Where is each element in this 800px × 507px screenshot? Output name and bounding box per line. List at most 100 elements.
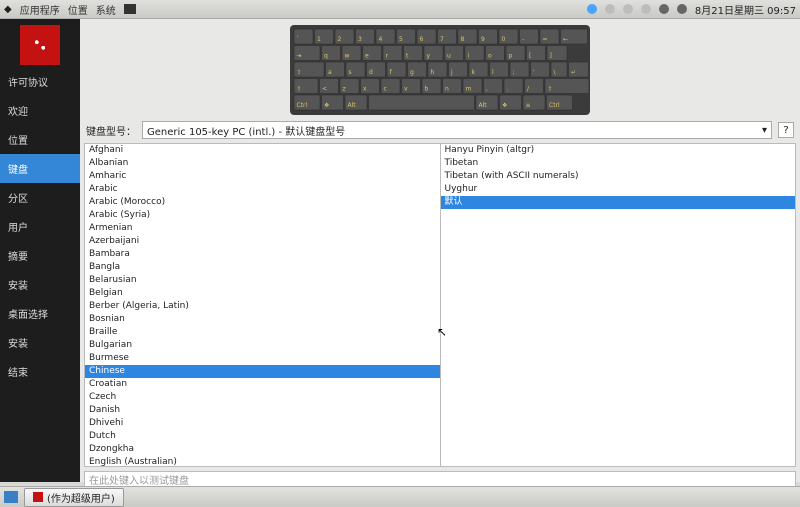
svg-text:5: 5 [399,36,403,43]
layout-item[interactable]: Dutch [85,430,440,443]
svg-text:o: o [488,53,492,60]
svg-text:≡: ≡ [526,102,531,109]
sidebar-item-users[interactable]: 用户 [0,212,80,241]
clock[interactable]: 8月21日星期三 09:57 [695,2,796,17]
layout-item[interactable]: Armenian [85,222,440,235]
panel-shortcut-icon[interactable] [124,4,136,14]
svg-text:y: y [427,53,431,60]
variant-list[interactable]: Hanyu Pinyin (altgr)TibetanTibetan (with… [440,144,796,466]
sidebar-item-desktop[interactable]: 桌面选择 [0,299,80,328]
svg-text:Ctrl: Ctrl [297,102,308,109]
svg-text:h: h [431,69,435,76]
installer-window-icon [33,492,43,502]
svg-text:7: 7 [440,36,444,43]
svg-text:3: 3 [358,36,362,43]
menu-apps[interactable]: 应用程序 [20,2,60,17]
keyboard-model-value: Generic 105-key PC (intl.) - 默认键盘型号 [147,123,345,138]
keyboard-model-label: 键盘型号： [86,123,136,138]
layout-item[interactable]: Amharic [85,170,440,183]
svg-text:⇧: ⇧ [297,86,302,93]
keyboard-icon: `1234567890-=←⇥qwertyuiop[]⇪asdfghjkl;'\… [290,25,590,115]
variant-item[interactable]: Tibetan (with ASCII numerals) [441,170,796,183]
tray-generic-icon[interactable] [623,4,633,14]
sidebar-item-keyboard[interactable]: 键盘 [0,154,80,183]
layout-item[interactable]: Berber (Algeria, Latin) [85,300,440,313]
sidebar-item-partition[interactable]: 分区 [0,183,80,212]
sidebar-item-license[interactable]: 许可协议 [0,67,80,96]
svg-text:Alt: Alt [479,102,488,109]
svg-text:⇧: ⇧ [548,86,553,93]
tray-network-icon[interactable] [659,4,669,14]
bottom-taskbar: (作为超级用户) [0,486,800,507]
sidebar-item-welcome[interactable]: 欢迎 [0,96,80,125]
tray-generic-icon[interactable] [641,4,651,14]
svg-text:g: g [410,69,414,76]
layout-item[interactable]: Azerbaijani [85,235,440,248]
layout-item[interactable]: Arabic (Syria) [85,209,440,222]
svg-text:n: n [445,86,449,93]
svg-text:w: w [345,53,350,60]
keyboard-test-input[interactable]: 在此处键入以测试键盘 [84,471,796,487]
svg-text:`: ` [297,36,300,43]
svg-text:Alt: Alt [348,102,357,109]
keyboard-model-help-button[interactable]: ? [778,122,794,138]
keyboard-test-placeholder: 在此处键入以测试键盘 [89,472,189,487]
layout-item[interactable]: Burmese [85,352,440,365]
layout-item[interactable]: Danish [85,404,440,417]
svg-text:6: 6 [420,36,424,43]
svg-text:⇥: ⇥ [297,53,302,60]
layout-item[interactable]: Braille [85,326,440,339]
show-desktop-icon[interactable] [4,491,18,503]
layout-list[interactable]: AfghaniAlbanianAmharicArabicArabic (Moro… [85,144,440,466]
variant-item[interactable]: Tibetan [441,157,796,170]
svg-text:u: u [447,53,451,60]
layout-item[interactable]: Belarusian [85,274,440,287]
sidebar-item-summary[interactable]: 摘要 [0,241,80,270]
variant-item[interactable]: Uyghur [441,183,796,196]
sidebar-item-finish[interactable]: 结束 [0,357,80,386]
layout-item[interactable]: Dhivehi [85,417,440,430]
svg-text:0: 0 [502,36,506,43]
main-area: 许可协议欢迎位置键盘分区用户摘要安装桌面选择安装结束 `1234567890-=… [0,19,800,482]
help-icon: ? [783,125,788,136]
layout-item[interactable]: Bulgarian [85,339,440,352]
layout-item[interactable]: Croatian [85,378,440,391]
svg-text:1: 1 [317,36,321,43]
sidebar-item-install2[interactable]: 安装 [0,328,80,357]
variant-item[interactable]: 默认 [441,196,796,209]
menu-places[interactable]: 位置 [68,2,88,17]
layout-item[interactable]: Czech [85,391,440,404]
svg-text:-: - [522,36,524,43]
layout-item[interactable]: Arabic (Morocco) [85,196,440,209]
layout-item[interactable]: Bambara [85,248,440,261]
layout-lists: AfghaniAlbanianAmharicArabicArabic (Moro… [84,143,796,467]
keyboard-model-select[interactable]: Generic 105-key PC (intl.) - 默认键盘型号 ▾ [142,121,772,139]
tray-bluetooth-icon[interactable] [587,4,597,14]
svg-text:Ctrl: Ctrl [549,102,560,109]
layout-item[interactable]: Albanian [85,157,440,170]
layout-item[interactable]: English (Australian) [85,456,440,466]
svg-text:b: b [425,86,429,93]
svg-text:,: , [486,86,488,93]
tray-generic-icon[interactable] [605,4,615,14]
variant-item[interactable]: Hanyu Pinyin (altgr) [441,144,796,157]
svg-text:↵: ↵ [571,69,576,76]
layout-item[interactable]: Afghani [85,144,440,157]
tray-sound-icon[interactable] [677,4,687,14]
sidebar-item-install1[interactable]: 安装 [0,270,80,299]
layout-item[interactable]: Chinese [85,365,440,378]
keyboard-model-row: 键盘型号： Generic 105-key PC (intl.) - 默认键盘型… [80,119,800,143]
layout-item[interactable]: Arabic [85,183,440,196]
layout-item[interactable]: Dzongkha [85,443,440,456]
menu-system[interactable]: 系统 [96,2,116,17]
svg-text:9: 9 [481,36,485,43]
layout-item[interactable]: Belgian [85,287,440,300]
svg-text:a: a [328,69,332,76]
layout-item[interactable]: Bangla [85,261,440,274]
svg-text:k: k [472,69,476,76]
svg-text:]: ] [550,53,552,60]
svg-text:2: 2 [338,36,342,43]
taskbar-window-button[interactable]: (作为超级用户) [24,488,124,507]
layout-item[interactable]: Bosnian [85,313,440,326]
sidebar-item-location[interactable]: 位置 [0,125,80,154]
